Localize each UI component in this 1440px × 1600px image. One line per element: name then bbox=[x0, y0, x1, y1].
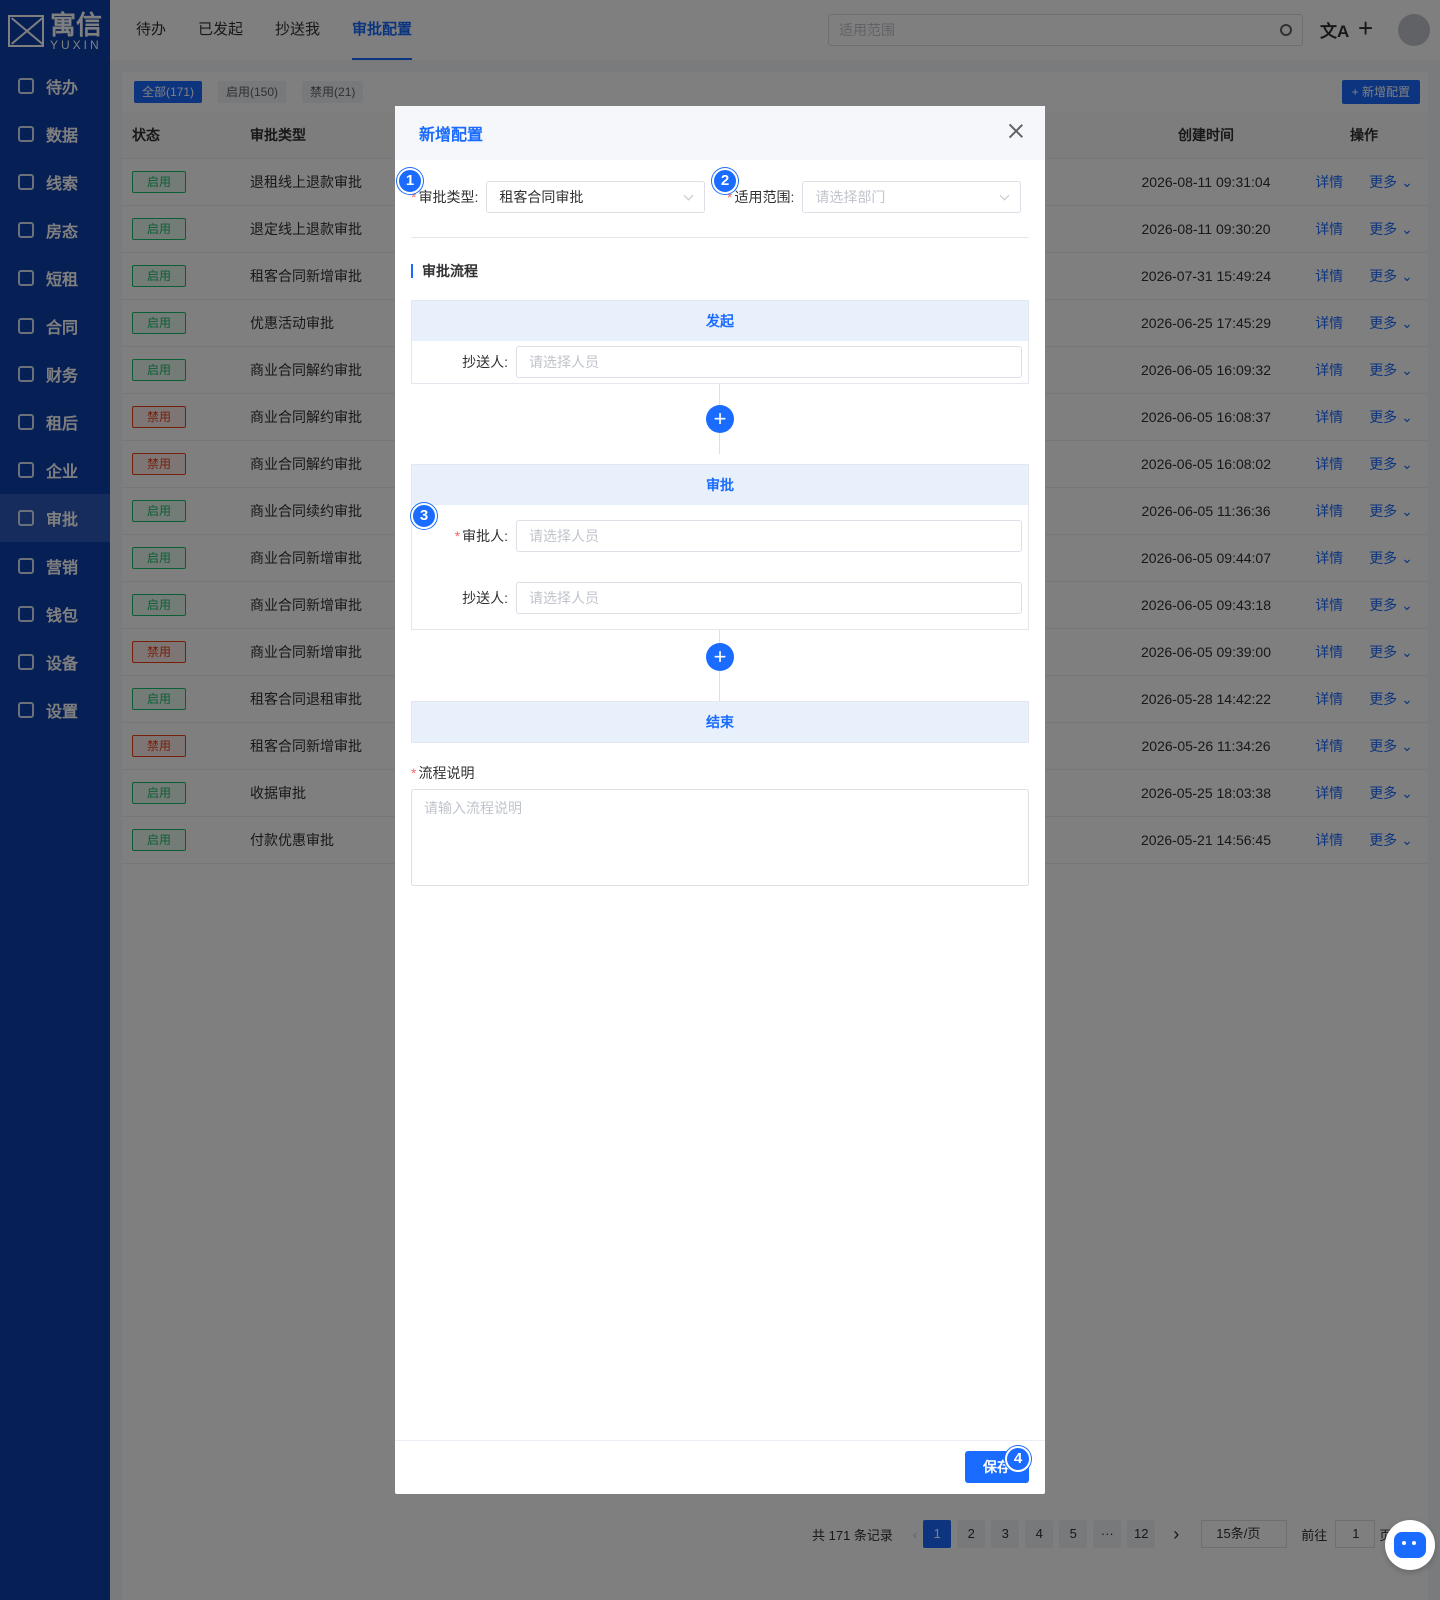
scope-placeholder: 请选择部门 bbox=[815, 189, 886, 205]
close-icon[interactable] bbox=[1009, 124, 1023, 138]
dialog-title: 新增配置 bbox=[419, 127, 484, 144]
divider bbox=[411, 237, 1029, 238]
flow-desc-textarea[interactable]: 请输入流程说明 bbox=[411, 789, 1029, 886]
flow-section-title: 审批流程 bbox=[411, 264, 478, 278]
approver-input[interactable]: 请选择人员 bbox=[516, 520, 1022, 552]
end-node-title: 结束 bbox=[412, 702, 1028, 742]
start-node-title: 发起 bbox=[412, 301, 1028, 341]
approve-cc-row: 抄送人: 请选择人员 bbox=[412, 567, 1028, 629]
chat-bot-icon bbox=[1394, 1532, 1426, 1558]
add-node-button[interactable]: + bbox=[706, 643, 734, 671]
step-marker: 2 bbox=[712, 168, 738, 194]
approver-label: * 审批人: bbox=[454, 528, 508, 544]
scope-select[interactable]: 请选择部门 bbox=[802, 181, 1022, 213]
step-marker: 4 bbox=[1005, 1446, 1031, 1472]
approve-cc-input[interactable]: 请选择人员 bbox=[516, 582, 1022, 614]
new-config-dialog: 新增配置 * 审批类型: 租客合同审批 * 适用范围: 请选择部门 审批流程 发起 … bbox=[395, 106, 1045, 1494]
dialog-header: 新增配置 bbox=[395, 106, 1045, 160]
start-node-card: 发起 抄送人: 请选择人员 bbox=[411, 300, 1029, 384]
approver-row: * 审批人: 请选择人员 bbox=[412, 505, 1028, 567]
start-cc-placeholder: 请选择人员 bbox=[529, 354, 599, 370]
add-node-button[interactable]: + bbox=[706, 405, 734, 433]
step-marker: 3 bbox=[411, 503, 437, 529]
approval-type-label: * 审批类型: bbox=[411, 189, 479, 205]
start-cc-row: 抄送人: 请选择人员 bbox=[412, 341, 1028, 383]
flow-desc-placeholder: 请输入流程说明 bbox=[424, 800, 522, 816]
chevron-down-icon bbox=[999, 190, 1010, 201]
approve-node-title: 审批 bbox=[412, 465, 1028, 505]
dialog-footer: 保存 bbox=[395, 1440, 1045, 1494]
approve-cc-placeholder: 请选择人员 bbox=[529, 590, 599, 606]
scope-field: * 适用范围: 请选择部门 bbox=[727, 181, 1022, 213]
approval-type-value: 租客合同审批 bbox=[499, 189, 584, 205]
approve-cc-label: 抄送人: bbox=[462, 590, 508, 606]
start-cc-label: 抄送人: bbox=[462, 354, 508, 370]
chevron-down-icon bbox=[683, 190, 694, 201]
step-marker: 1 bbox=[397, 168, 423, 194]
approval-type-select[interactable]: 租客合同审批 bbox=[486, 181, 706, 213]
flow-desc-label: * 流程说明 bbox=[411, 765, 475, 781]
chat-assistant-button[interactable] bbox=[1385, 1520, 1435, 1570]
approval-type-field: * 审批类型: 租客合同审批 bbox=[411, 181, 706, 213]
scope-label: * 适用范围: bbox=[727, 189, 795, 205]
start-cc-input[interactable]: 请选择人员 bbox=[516, 346, 1022, 378]
end-node-card: 结束 bbox=[411, 701, 1029, 743]
approver-placeholder: 请选择人员 bbox=[529, 528, 599, 544]
approve-node-card: 审批 * 审批人: 请选择人员 抄送人: 请选择人员 bbox=[411, 464, 1029, 630]
